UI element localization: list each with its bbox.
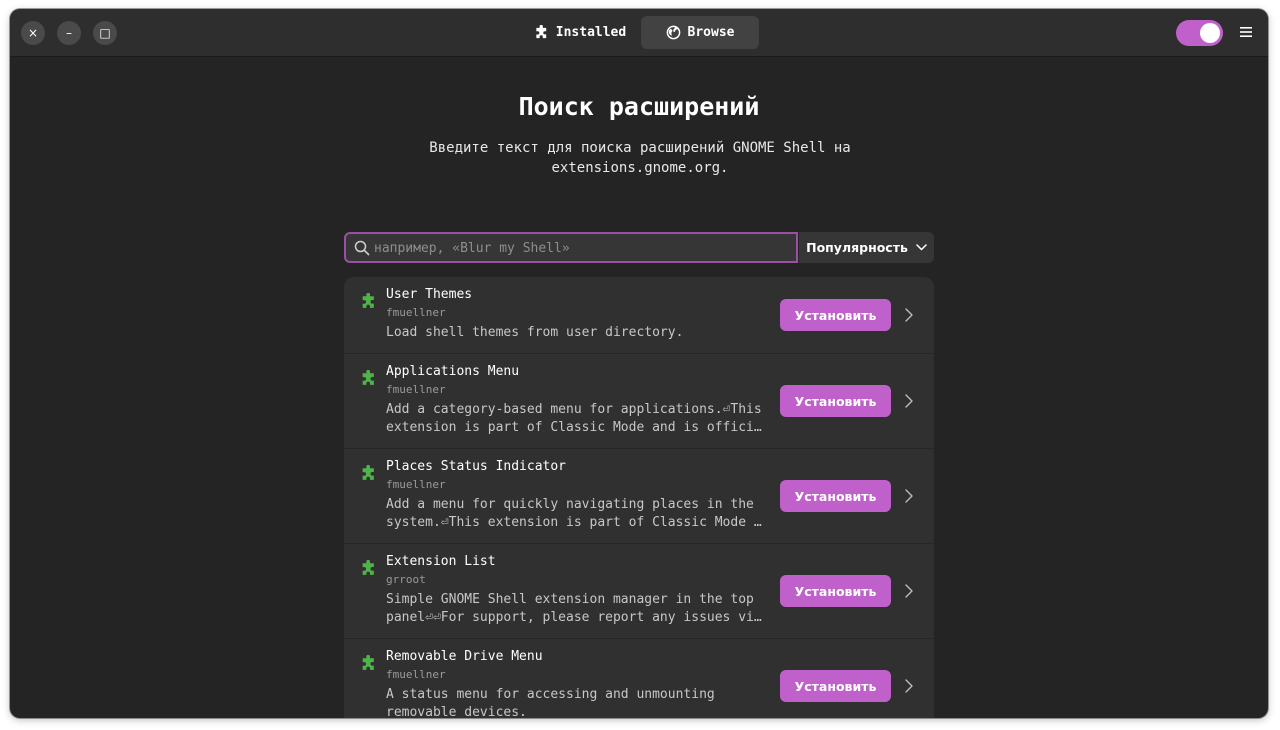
subtitle-line-1: Введите текст для поиска расширений GNOM… bbox=[429, 140, 851, 156]
extension-name: Applications Menu bbox=[386, 364, 520, 379]
puzzle-icon bbox=[362, 293, 374, 308]
chevron-down-icon bbox=[916, 244, 927, 251]
extension-author: fmuellner bbox=[386, 306, 446, 319]
extension-name: Places Status Indicator bbox=[386, 459, 567, 474]
puzzle-icon bbox=[362, 560, 374, 575]
headerbar: × – □ Installed Browse bbox=[10, 9, 1268, 57]
install-button[interactable]: Установить bbox=[780, 299, 891, 331]
chevron-right-icon[interactable] bbox=[903, 678, 915, 694]
tab-installed[interactable]: Installed bbox=[522, 16, 638, 49]
chevron-right-icon[interactable] bbox=[903, 583, 915, 599]
puzzle-icon bbox=[362, 465, 374, 480]
chevron-right-icon[interactable] bbox=[903, 307, 915, 323]
tab-installed-label: Installed bbox=[555, 25, 627, 40]
extension-name: Extension List bbox=[386, 554, 496, 569]
maximize-icon: □ bbox=[99, 26, 111, 40]
main-menu-button[interactable] bbox=[1236, 21, 1256, 43]
chevron-right-icon[interactable] bbox=[903, 488, 915, 504]
extension-name: Removable Drive Menu bbox=[386, 649, 543, 664]
extension-list: User Themes fmuellner Load shell themes … bbox=[344, 277, 934, 718]
close-button[interactable]: × bbox=[21, 21, 45, 45]
sort-label: Популярность bbox=[806, 240, 908, 255]
close-icon: × bbox=[27, 26, 39, 40]
minimize-button[interactable]: – bbox=[57, 21, 81, 45]
extension-description: Simple GNOME Shell extension manager in … bbox=[386, 592, 762, 625]
app-window: × – □ Installed Browse Поиск расширений … bbox=[10, 9, 1268, 718]
mode-toggle-switch[interactable] bbox=[1176, 20, 1223, 46]
subtitle-line-2: extensions.gnome.org. bbox=[551, 160, 729, 176]
extension-description: Load shell themes from user directory. bbox=[386, 325, 684, 340]
extension-description: Add a category-based menu for applicatio… bbox=[386, 402, 762, 435]
tab-browse[interactable]: Browse bbox=[641, 16, 759, 49]
install-button[interactable]: Установить bbox=[780, 575, 891, 607]
install-button[interactable]: Установить bbox=[780, 480, 891, 512]
puzzle-icon bbox=[362, 655, 374, 670]
tab-browse-label: Browse bbox=[687, 25, 735, 40]
sort-dropdown[interactable]: Популярность bbox=[799, 232, 934, 263]
extension-row[interactable]: Places Status Indicator fmuellner Add a … bbox=[344, 449, 934, 544]
puzzle-icon bbox=[536, 25, 546, 39]
install-button[interactable]: Установить bbox=[780, 385, 891, 417]
globe-icon bbox=[666, 25, 680, 40]
maximize-button[interactable]: □ bbox=[93, 21, 117, 45]
search-icon bbox=[354, 240, 370, 256]
hamburger-menu-icon bbox=[1240, 27, 1252, 37]
toggle-knob bbox=[1200, 23, 1220, 43]
extension-name: User Themes bbox=[386, 287, 473, 302]
extension-author: fmuellner bbox=[386, 478, 446, 491]
minimize-icon: – bbox=[66, 26, 72, 40]
extension-description: Add a menu for quickly navigating places… bbox=[386, 497, 762, 530]
search-input[interactable] bbox=[374, 237, 784, 259]
extension-row[interactable]: User Themes fmuellner Load shell themes … bbox=[344, 277, 934, 354]
install-button[interactable]: Установить bbox=[780, 670, 891, 702]
extension-row[interactable]: Removable Drive Menu fmuellner A status … bbox=[344, 639, 934, 718]
extension-author: fmuellner bbox=[386, 383, 446, 396]
chevron-right-icon[interactable] bbox=[903, 393, 915, 409]
puzzle-icon bbox=[362, 370, 374, 385]
search-field[interactable] bbox=[344, 232, 798, 263]
page-title: Поиск расширений bbox=[518, 92, 760, 121]
page-subtitle: Введите текст для поиска расширений GNOM… bbox=[400, 138, 880, 178]
extension-author: fmuellner bbox=[386, 668, 446, 681]
extension-description: A status menu for accessing and unmounti… bbox=[386, 687, 715, 718]
extension-author: grroot bbox=[386, 573, 426, 586]
extension-row[interactable]: Applications Menu fmuellner Add a catego… bbox=[344, 354, 934, 449]
extension-row[interactable]: Extension List grroot Simple GNOME Shell… bbox=[344, 544, 934, 639]
